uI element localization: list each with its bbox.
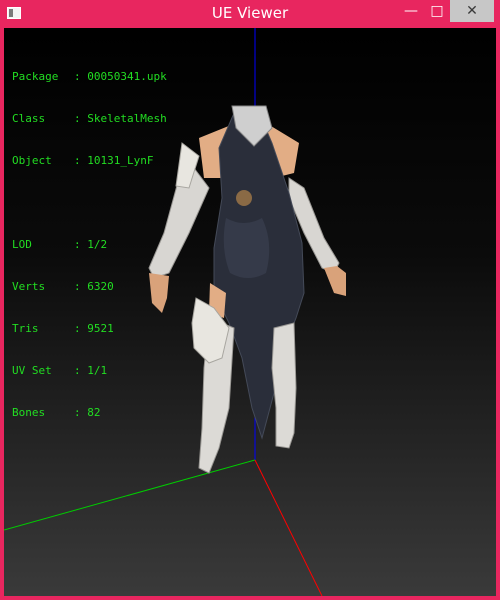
info-row-bones: Bones: 82: [12, 406, 101, 419]
dress-brooch: [236, 190, 252, 206]
info-value: 1/2: [87, 238, 108, 251]
info-label: Package: [12, 70, 59, 83]
info-label: LOD: [12, 238, 32, 251]
close-button[interactable]: ✕: [450, 0, 494, 22]
info-row-class: Class: SkeletalMesh: [12, 112, 167, 125]
3d-viewport[interactable]: Package: 00050341.upk Class: SkeletalMes…: [4, 28, 496, 596]
info-value: 9521: [87, 322, 114, 335]
info-value: 00050341.upk: [87, 70, 167, 83]
info-row-lod: LOD: 1/2: [12, 238, 108, 251]
x-axis-line: [254, 459, 323, 596]
app-window: UE Viewer — □ ✕ Package: 00050341.upk C…: [0, 0, 500, 600]
info-row-package: Package: 00050341.upk: [12, 70, 167, 83]
info-label: Tris: [12, 322, 39, 335]
info-row-verts: Verts: 6320: [12, 280, 114, 293]
info-label: UV Set: [12, 364, 52, 377]
info-label: Verts: [12, 280, 46, 293]
info-value: 6320: [87, 280, 114, 293]
dress-pattern: [223, 218, 270, 278]
info-value: 1/1: [87, 364, 108, 377]
info-row-uvset: UV Set: 1/1: [12, 364, 108, 377]
right-boot: [271, 322, 297, 449]
mesh-info-overlay: Package: 00050341.upk Class: SkeletalMes…: [12, 42, 167, 448]
skeletal-mesh-model: [148, 105, 346, 474]
info-value: SkeletalMesh: [87, 112, 167, 125]
minimize-button[interactable]: —: [398, 0, 424, 22]
info-label: Class: [12, 112, 46, 125]
right-forearm: [324, 266, 346, 296]
info-label: Object: [12, 154, 52, 167]
info-row-tris: Tris: 9521: [12, 322, 114, 335]
info-row-object: Object: 10131_LynF: [12, 154, 154, 167]
info-value: 82: [87, 406, 101, 419]
y-axis-line: [4, 459, 256, 531]
maximize-button[interactable]: □: [424, 0, 450, 22]
title-bar[interactable]: UE Viewer — □ ✕: [0, 0, 500, 28]
info-value: 10131_LynF: [87, 154, 154, 167]
info-label: Bones: [12, 406, 46, 419]
